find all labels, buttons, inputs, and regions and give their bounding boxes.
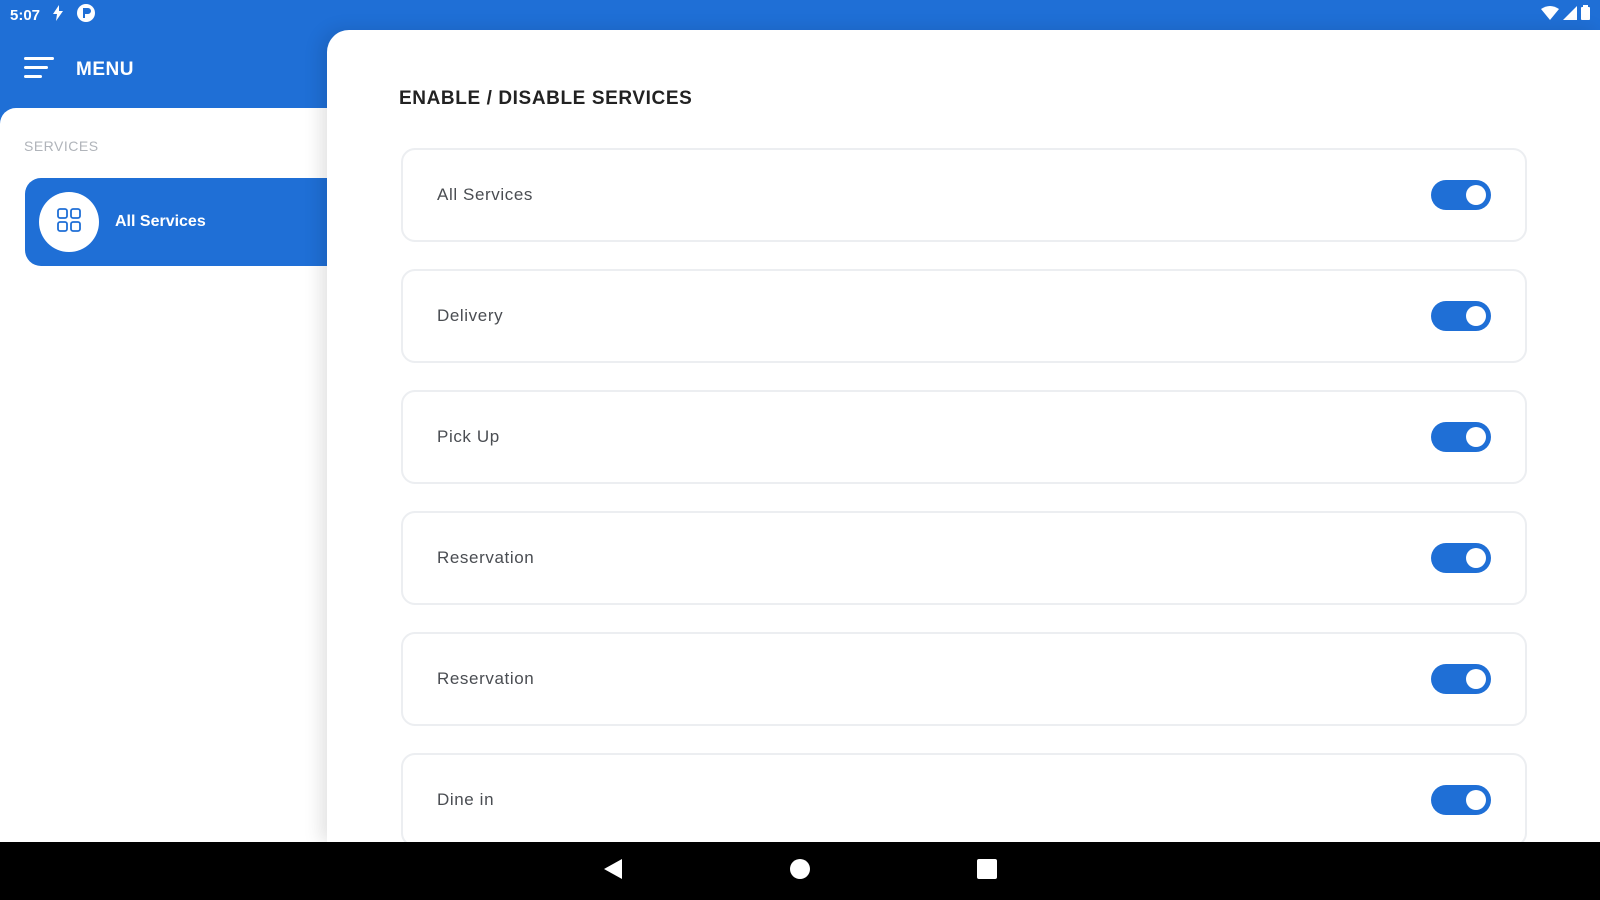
service-label: Delivery [437, 306, 504, 325]
main-panel: ENABLE / DISABLE SERVICES All Services D… [327, 30, 1600, 842]
sidebar-header: MENU [0, 30, 330, 110]
toggle-switch[interactable] [1431, 664, 1491, 694]
service-row-reservation-2: Reservation [401, 632, 1527, 726]
service-row-pick-up: Pick Up [401, 390, 1527, 484]
sidebar-item-label: All Services [115, 213, 206, 230]
service-label: Reservation [437, 669, 535, 688]
toggle-knob [1466, 669, 1486, 689]
status-bar: 5:07 [0, 0, 1600, 30]
toggle-knob [1466, 306, 1486, 326]
service-row-reservation: Reservation [401, 511, 1527, 605]
service-label: Dine in [437, 790, 495, 809]
toggle-switch[interactable] [1431, 543, 1491, 573]
home-icon[interactable] [789, 858, 811, 885]
charging-bolt-icon [52, 5, 64, 25]
status-time: 5:07 [10, 6, 41, 24]
system-nav-bar [0, 842, 1600, 900]
toggle-switch[interactable] [1431, 422, 1491, 452]
signal-icon [1563, 5, 1577, 25]
hamburger-menu-icon[interactable] [24, 55, 54, 86]
service-list: All Services Delivery Pick Up Reservatio… [401, 148, 1527, 842]
app-notification-icon [76, 3, 96, 27]
service-label: Pick Up [437, 427, 500, 446]
battery-icon [1581, 5, 1590, 25]
toggle-switch[interactable] [1431, 785, 1491, 815]
app-root: 5:07 MENU SERVICES All Services ENABLE /… [0, 0, 1600, 900]
toggle-knob [1466, 548, 1486, 568]
sidebar-item-all-services[interactable]: All Services [25, 178, 360, 266]
service-row-all-services: All Services [401, 148, 1527, 242]
sidebar: SERVICES All Services [0, 108, 360, 843]
toggle-switch[interactable] [1431, 180, 1491, 210]
grid-icon [55, 206, 83, 239]
menu-title: MENU [76, 59, 134, 80]
back-icon[interactable] [602, 857, 624, 886]
service-row-dine-in: Dine in [401, 753, 1527, 842]
service-row-delivery: Delivery [401, 269, 1527, 363]
wifi-icon [1541, 5, 1559, 25]
service-label: Reservation [437, 548, 535, 567]
toggle-knob [1466, 185, 1486, 205]
sidebar-section-label: SERVICES [24, 138, 99, 154]
status-left: 5:07 [10, 3, 96, 27]
service-label: All Services [437, 185, 534, 204]
status-right [1541, 5, 1590, 25]
recents-icon[interactable] [976, 858, 998, 885]
toggle-knob [1466, 790, 1486, 810]
toggle-knob [1466, 427, 1486, 447]
page-title: ENABLE / DISABLE SERVICES [399, 88, 693, 109]
sidebar-item-icon-container [39, 192, 99, 252]
toggle-switch[interactable] [1431, 301, 1491, 331]
